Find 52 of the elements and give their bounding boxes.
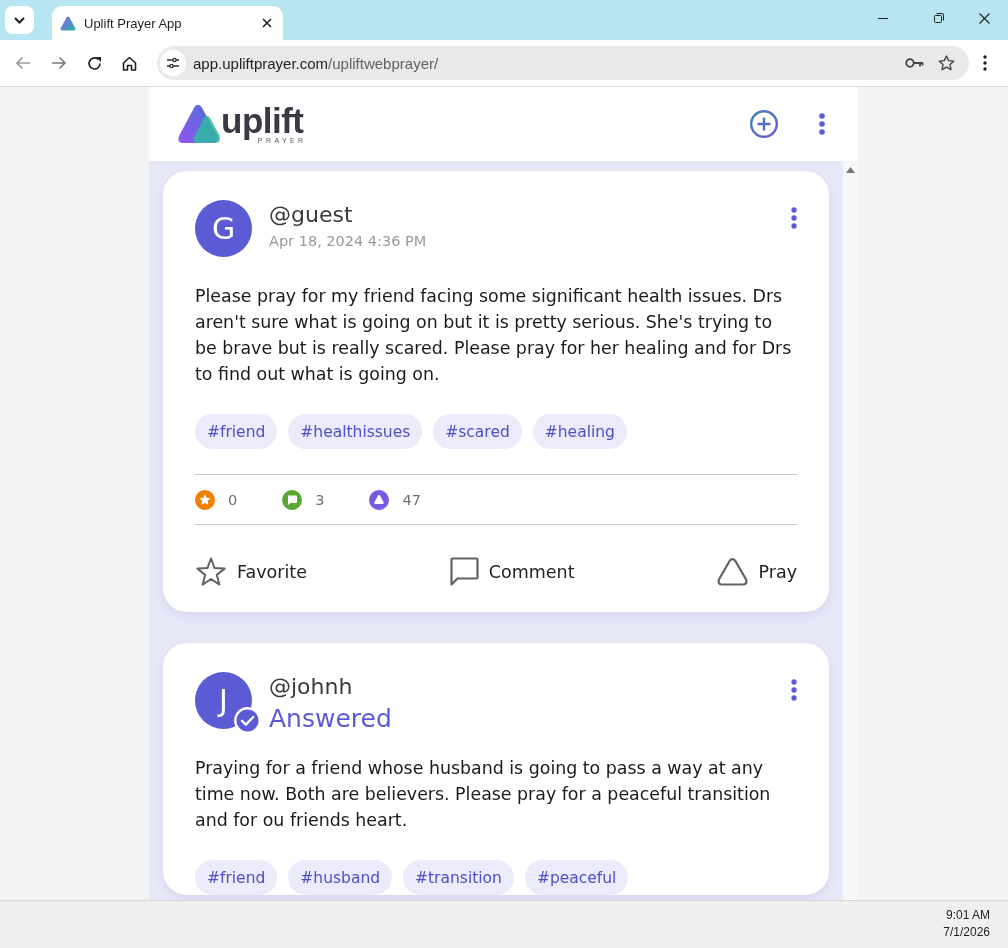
hashtag-chip[interactable]: #peaceful: [524, 860, 629, 895]
address-bar[interactable]: app.upliftprayer.com/upliftwebprayer/: [157, 46, 969, 80]
answered-status: Answered: [269, 703, 392, 735]
hashtag-chip[interactable]: #friend: [195, 860, 278, 895]
forward-icon[interactable]: [51, 56, 67, 70]
reload-icon[interactable]: [87, 55, 102, 71]
post-text: Please pray for my friend facing some significant health issues. Drs aren't sure what is going on but it is pretty serious. She's trying to be brave but is really scared. Please pray for her healing and for Drs to find out what is going on.: [195, 285, 793, 386]
clock-date[interactable]: 7/1/2026: [943, 924, 990, 941]
post-text: Praying for a friend whose husband is going to pass a way at any time now. Both are believers. Please pray for a peaceful transition and for ou friends heart.: [195, 757, 772, 832]
star-outline-icon[interactable]: [938, 55, 955, 71]
scroll-up-icon[interactable]: [846, 167, 855, 173]
back-icon[interactable]: [15, 56, 31, 70]
hashtag-chip[interactable]: #healthissues: [288, 414, 423, 449]
tab-list-button[interactable]: [5, 6, 34, 34]
url-text: app.upliftprayer.com/upliftwebprayer/: [193, 54, 439, 72]
post-date: Apr 18, 2024 4:36 PM: [269, 232, 427, 251]
more-icon[interactable]: [791, 679, 797, 701]
clock-time[interactable]: 9:01 AM: [945, 907, 990, 924]
comment-button[interactable]: Comment: [449, 557, 575, 586]
more-icon[interactable]: [819, 113, 825, 135]
logo-text: uplift: [221, 103, 304, 138]
add-icon[interactable]: [750, 110, 778, 138]
close-icon[interactable]: [262, 18, 272, 28]
prayer-count: 47: [402, 491, 421, 508]
triangle-logo-icon[interactable]: [176, 104, 221, 144]
close-icon[interactable]: [979, 12, 990, 24]
chevron-down-icon: [14, 16, 25, 24]
menu-icon[interactable]: [983, 55, 987, 71]
favorite-button[interactable]: Favorite: [195, 556, 307, 587]
username: @guest: [269, 201, 354, 229]
chat-bubble-outline-icon: [449, 557, 479, 586]
star-outline-icon: [195, 556, 227, 587]
triangle-outline-icon: [717, 557, 749, 586]
hashtag-chip[interactable]: #husband: [288, 860, 393, 895]
favorite-count: 0: [228, 491, 238, 508]
restore-icon[interactable]: [934, 13, 944, 23]
hashtag-chip[interactable]: #friend: [195, 414, 278, 449]
avatar: G: [195, 200, 252, 257]
pray-button[interactable]: Pray: [717, 557, 797, 586]
hashtag-chip[interactable]: #healing: [532, 414, 627, 449]
more-icon[interactable]: [791, 207, 797, 229]
key-icon[interactable]: [905, 58, 924, 68]
home-icon[interactable]: [122, 55, 137, 71]
username: @johnh: [269, 673, 354, 701]
hashtag-chip[interactable]: #transition: [403, 860, 514, 895]
browser-tab[interactable]: Uplift Prayer App: [52, 6, 283, 40]
comment-count: 3: [315, 491, 325, 508]
minimize-icon[interactable]: [878, 17, 888, 19]
scrollbar[interactable]: [843, 161, 858, 900]
site-settings-icon[interactable]: [160, 50, 186, 76]
hashtag-chip[interactable]: #scared: [433, 414, 522, 449]
triangle-logo-icon: [60, 15, 76, 31]
